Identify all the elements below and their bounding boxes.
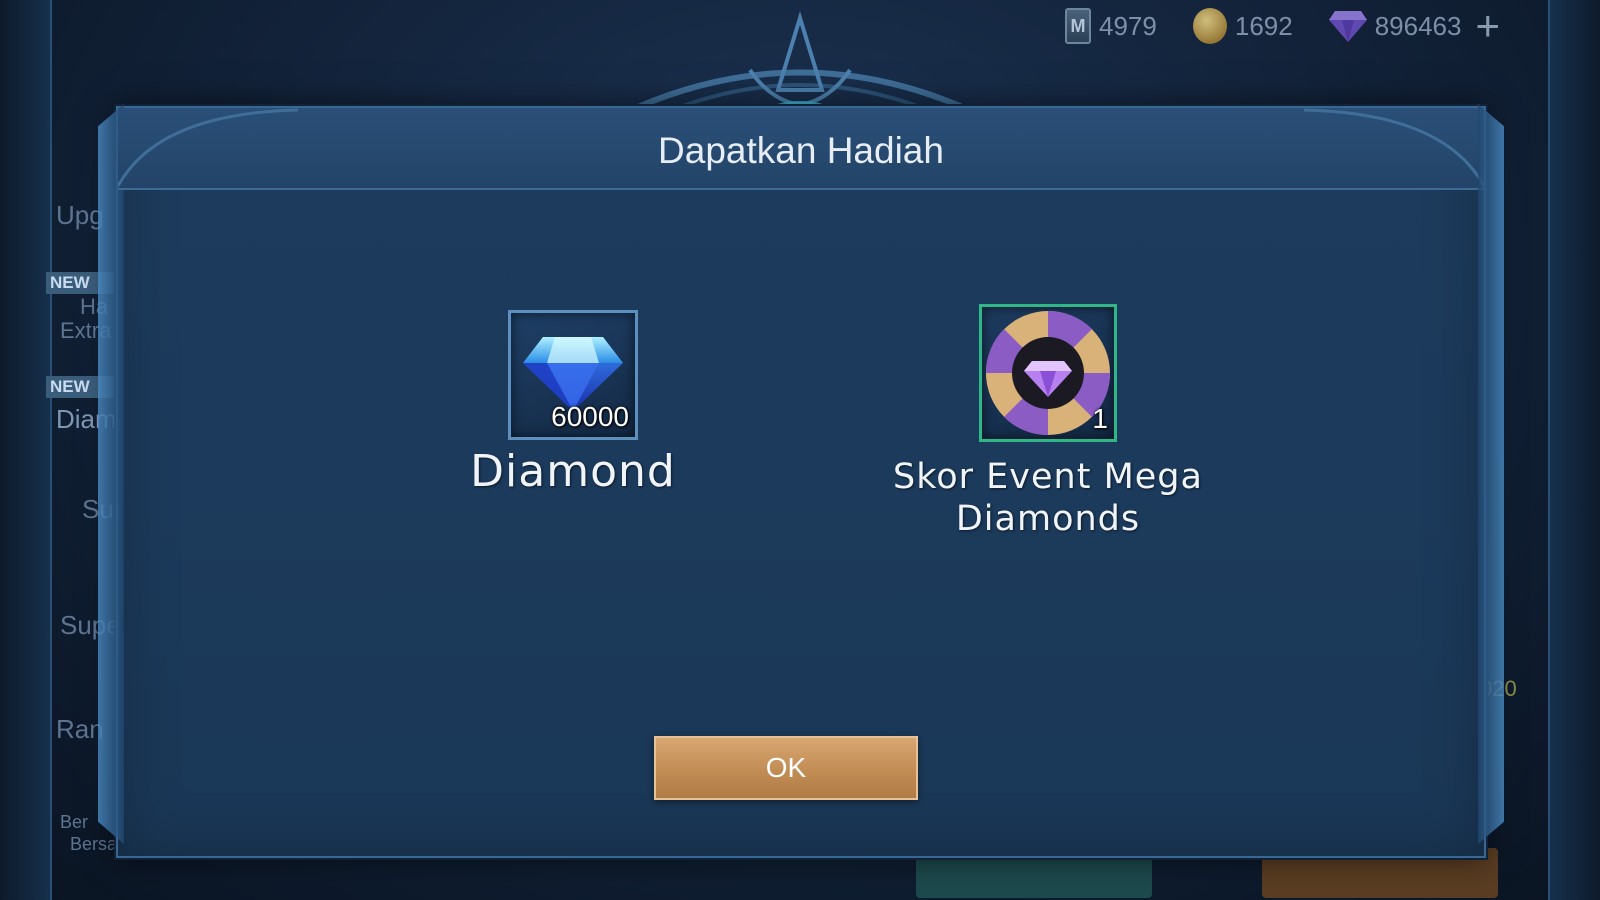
reward-name: Skor Event Mega Diamonds <box>893 457 1203 539</box>
diamonds-value: 896463 <box>1374 10 1462 41</box>
reward-item-mega-diamonds: 1 Skor Event Mega Diamonds <box>878 304 1218 540</box>
reward-quantity: 1 <box>1092 403 1108 434</box>
dialog-title: Dapatkan Hadiah <box>658 130 944 171</box>
reward-item-diamond: 60000 Diamond <box>458 310 688 497</box>
reward-quantity: 60000 <box>551 401 629 432</box>
currency-bar: M 4979 1692 896463 + <box>1065 5 1500 47</box>
diamond-icon <box>1328 9 1367 43</box>
bg-menu-item: Ran <box>56 714 104 744</box>
battle-points-display: M 4979 <box>1065 8 1157 44</box>
bg-menu-item: Ber <box>60 812 89 832</box>
coins-display: 1692 <box>1192 8 1293 44</box>
battle-points-value: 4979 <box>1099 10 1157 41</box>
coin-icon <box>1192 8 1227 44</box>
reward-name: Diamond <box>470 446 676 497</box>
right-frame-ornament <box>1548 0 1600 900</box>
diamonds-display: 896463 + <box>1328 5 1500 47</box>
ok-button[interactable]: OK <box>654 736 918 800</box>
reward-dialog: Dapatkan Hadiah 60000 Diamond 1 Skor Eve… <box>116 106 1486 858</box>
coins-value: 1692 <box>1234 10 1293 41</box>
battle-point-icon: M <box>1065 8 1092 44</box>
reward-icon-frame: 60000 <box>508 310 638 440</box>
plus-icon[interactable]: + <box>1475 5 1500 47</box>
bg-menu-item: Upg <box>56 200 104 230</box>
crown-ornament <box>618 11 982 119</box>
dialog-header: Dapatkan Hadiah <box>118 108 1484 190</box>
reward-icon-frame: 1 <box>979 304 1117 442</box>
left-frame-ornament <box>0 0 52 900</box>
